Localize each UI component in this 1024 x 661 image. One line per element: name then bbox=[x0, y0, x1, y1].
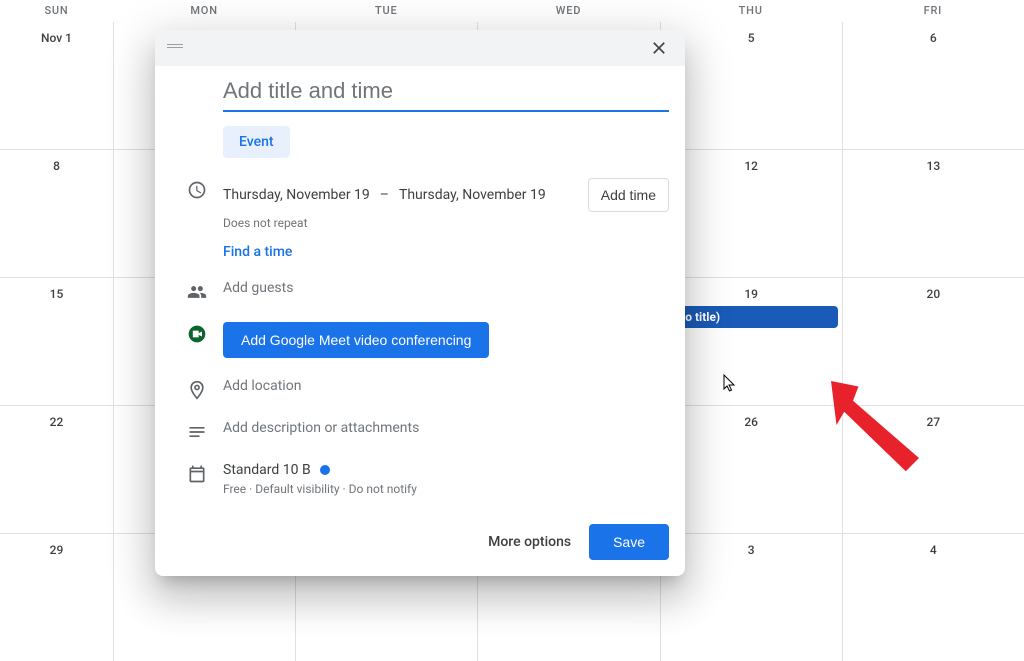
day-cell[interactable]: 29 bbox=[0, 534, 113, 661]
date-start[interactable]: Thursday, November 19 bbox=[223, 187, 370, 203]
people-icon bbox=[187, 282, 207, 302]
add-description-field[interactable]: Add description or attachments bbox=[223, 420, 419, 436]
day-number: 13 bbox=[921, 156, 945, 176]
modal-header[interactable] bbox=[155, 30, 685, 66]
day-header: TUE bbox=[295, 0, 477, 22]
day-cell[interactable]: Nov 1 bbox=[0, 22, 113, 149]
visibility-line[interactable]: Free · Default visibility · Do not notif… bbox=[223, 482, 669, 496]
more-options-button[interactable]: More options bbox=[488, 534, 571, 550]
day-number: 26 bbox=[739, 412, 763, 432]
google-meet-icon bbox=[187, 324, 207, 344]
day-cell[interactable]: 6 bbox=[842, 22, 1024, 149]
day-header: WED bbox=[477, 0, 659, 22]
day-cell[interactable]: 8 bbox=[0, 150, 113, 277]
close-button[interactable] bbox=[641, 30, 677, 66]
day-header: THU bbox=[660, 0, 842, 22]
day-number: 12 bbox=[739, 156, 763, 176]
add-location-field[interactable]: Add location bbox=[223, 378, 301, 394]
add-time-button[interactable]: Add time bbox=[588, 178, 669, 212]
clock-icon bbox=[187, 180, 207, 200]
day-cell[interactable]: 4 bbox=[842, 534, 1024, 661]
event-title-input[interactable] bbox=[223, 74, 669, 112]
day-cell[interactable]: 26 bbox=[660, 406, 842, 533]
drag-handle-icon[interactable] bbox=[163, 34, 187, 62]
location-icon bbox=[187, 380, 207, 400]
day-header: MON bbox=[113, 0, 295, 22]
day-number: 20 bbox=[921, 284, 945, 304]
day-cell[interactable]: 13 bbox=[842, 150, 1024, 277]
date-separator: – bbox=[380, 187, 389, 203]
day-number: Nov 1 bbox=[41, 28, 72, 48]
day-number: 19 bbox=[739, 284, 763, 304]
event-chip[interactable]: (No title) bbox=[665, 306, 838, 328]
find-a-time-link[interactable]: Find a time bbox=[223, 244, 669, 260]
day-cell[interactable]: 19(No title) bbox=[660, 278, 842, 405]
day-number: 4 bbox=[921, 540, 945, 560]
close-icon bbox=[649, 38, 669, 58]
day-number: 29 bbox=[45, 540, 69, 560]
day-cell[interactable]: 20 bbox=[842, 278, 1024, 405]
date-end[interactable]: Thursday, November 19 bbox=[399, 187, 546, 203]
description-icon bbox=[187, 422, 207, 442]
day-number: 8 bbox=[45, 156, 69, 176]
tab-event[interactable]: Event bbox=[223, 126, 290, 158]
day-cell[interactable]: 22 bbox=[0, 406, 113, 533]
day-header: FRI bbox=[842, 0, 1024, 22]
day-number: 6 bbox=[921, 28, 945, 48]
day-number: 5 bbox=[739, 28, 763, 48]
day-cell[interactable]: 5 bbox=[660, 22, 842, 149]
save-button[interactable]: Save bbox=[589, 524, 669, 560]
day-cell[interactable]: 3 bbox=[660, 534, 842, 661]
calendar-name[interactable]: Standard 10 B bbox=[223, 462, 311, 478]
day-header: SUN bbox=[0, 0, 113, 22]
day-cell[interactable]: 15 bbox=[0, 278, 113, 405]
calendar-color-dot bbox=[320, 465, 330, 475]
day-number: 22 bbox=[45, 412, 69, 432]
day-cell[interactable]: 27 bbox=[842, 406, 1024, 533]
add-guests-field[interactable]: Add guests bbox=[223, 280, 293, 296]
day-number: 27 bbox=[921, 412, 945, 432]
day-number: 15 bbox=[45, 284, 69, 304]
day-number: 3 bbox=[739, 540, 763, 560]
day-cell[interactable]: 12 bbox=[660, 150, 842, 277]
add-google-meet-button[interactable]: Add Google Meet video conferencing bbox=[223, 322, 489, 358]
event-editor-modal: Event Thursday, November 19 – Thursday, … bbox=[155, 30, 685, 576]
recurrence-text[interactable]: Does not repeat bbox=[223, 216, 669, 230]
calendar-icon bbox=[187, 464, 207, 484]
day-headers-row: SUNMONTUEWEDTHUFRI bbox=[0, 0, 1024, 22]
